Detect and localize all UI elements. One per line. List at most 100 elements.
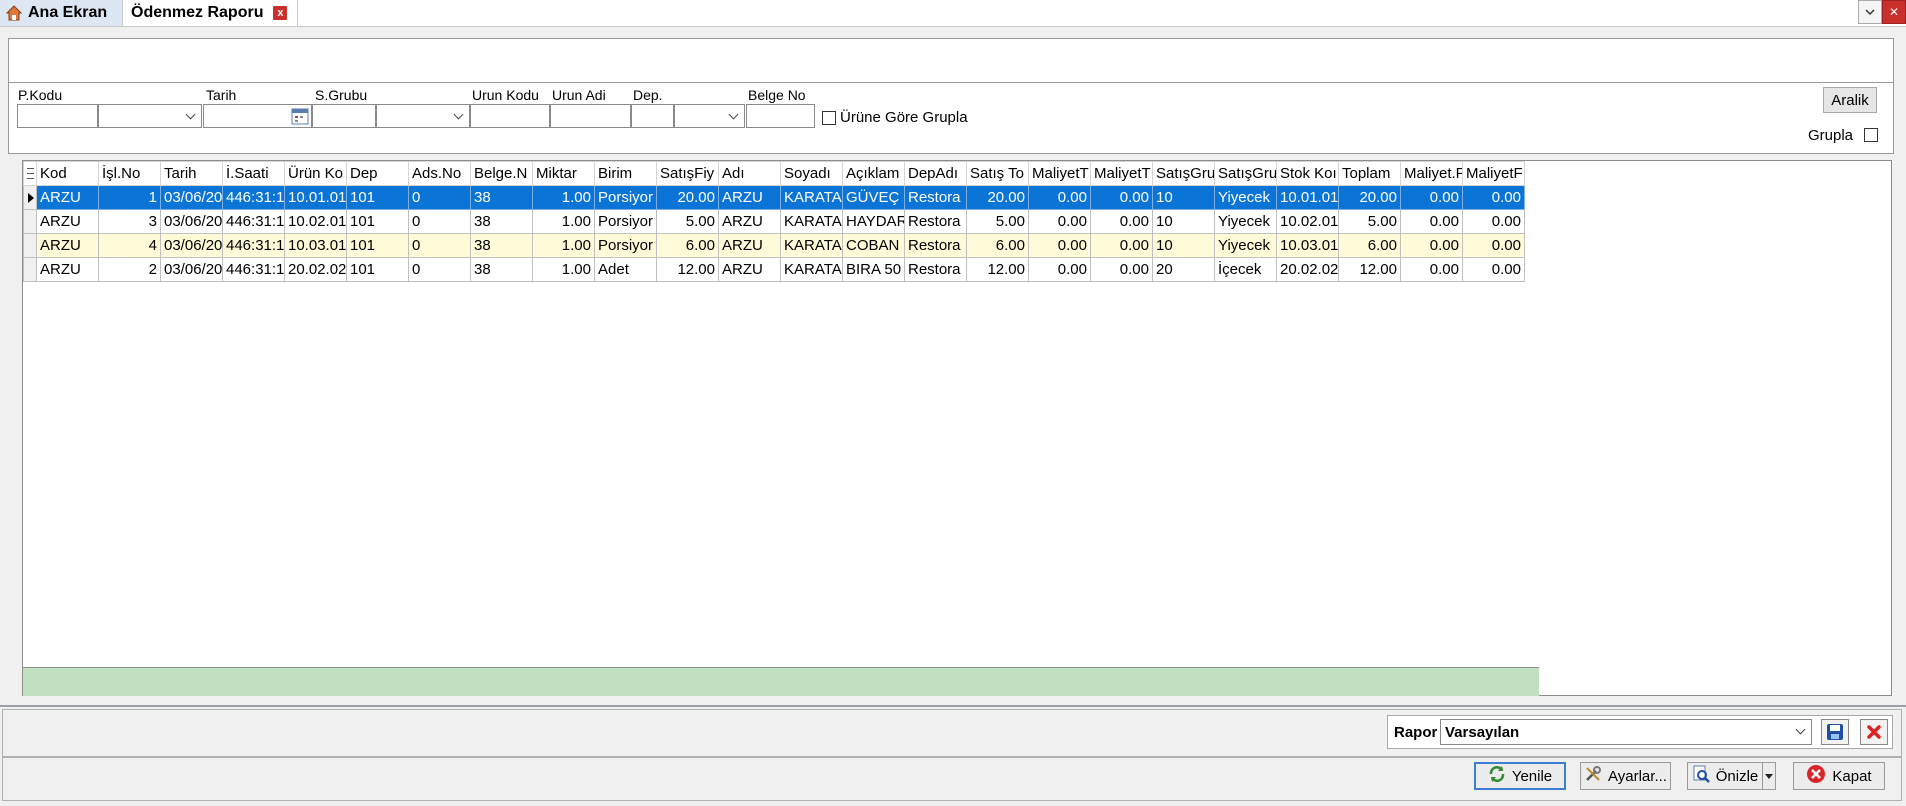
column-header[interactable]: Belge.N — [470, 161, 533, 186]
table-cell[interactable]: 1.00 — [532, 185, 595, 210]
table-cell[interactable]: KARATA — [780, 233, 843, 258]
save-icon[interactable] — [1821, 719, 1849, 745]
table-cell[interactable]: 0.00 — [1462, 257, 1525, 282]
rapor-dropdown[interactable]: Varsayılan — [1440, 719, 1812, 745]
table-cell[interactable]: 0.00 — [1090, 257, 1153, 282]
table-cell[interactable]: KARATA — [780, 185, 843, 210]
table-cell[interactable]: 38 — [470, 257, 533, 282]
table-cell[interactable]: BIRA 50 — [842, 257, 905, 282]
column-header[interactable]: İ.Saati — [222, 161, 285, 186]
table-cell[interactable]: 38 — [470, 209, 533, 234]
table-cell[interactable]: 0 — [408, 233, 471, 258]
table-cell[interactable]: 10.01.01 — [284, 185, 347, 210]
table-cell[interactable]: 03/06/20 — [160, 185, 223, 210]
table-cell[interactable]: 6.00 — [966, 233, 1029, 258]
chevron-down-icon[interactable] — [1858, 0, 1882, 24]
table-cell[interactable]: HAYDAR — [842, 209, 905, 234]
column-header[interactable]: Soyadı — [780, 161, 843, 186]
kapat-button[interactable]: Kapat — [1793, 762, 1885, 790]
table-cell[interactable]: 20 — [1152, 257, 1215, 282]
table-cell[interactable]: 5.00 — [966, 209, 1029, 234]
row-indicator[interactable] — [23, 185, 37, 210]
tab-odenmez-raporu[interactable]: Ödenmez Raporu x — [122, 0, 298, 26]
table-cell[interactable]: Adet — [594, 257, 657, 282]
table-cell[interactable]: 446:31:1 — [222, 185, 285, 210]
table-row[interactable]: ARZU 2 03/06/20 446:31:1 20.02.02 101 0 38 1.00 A… — [23, 257, 1525, 282]
table-cell[interactable]: 0.00 — [1028, 257, 1091, 282]
table-cell[interactable]: 5.00 — [656, 209, 719, 234]
table-cell[interactable]: 10.03.01 — [284, 233, 347, 258]
table-cell[interactable]: 20.02.02 — [1276, 257, 1339, 282]
column-header[interactable]: Maliyet.F — [1400, 161, 1463, 186]
column-header[interactable]: SatışGru — [1214, 161, 1277, 186]
column-header[interactable]: SatışGru — [1152, 161, 1215, 186]
table-cell[interactable]: Porsiyor — [594, 185, 657, 210]
table-cell[interactable]: 0.00 — [1028, 209, 1091, 234]
table-cell[interactable]: 0 — [408, 257, 471, 282]
table-cell[interactable]: 10 — [1152, 185, 1215, 210]
table-cell[interactable]: 38 — [470, 233, 533, 258]
column-header[interactable]: Birim — [594, 161, 657, 186]
ayarlar-button[interactable]: Ayarlar... — [1580, 762, 1671, 790]
tab-ana-ekran[interactable]: Ana Ekran — [0, 0, 122, 26]
column-header[interactable]: Toplam — [1338, 161, 1401, 186]
table-cell[interactable]: 1.00 — [532, 257, 595, 282]
table-cell[interactable]: 1.00 — [532, 233, 595, 258]
table-cell[interactable]: 20.00 — [1338, 185, 1401, 210]
table-cell[interactable]: 446:31:1 — [222, 209, 285, 234]
table-cell[interactable]: 0.00 — [1400, 257, 1463, 282]
row-indicator[interactable] — [23, 233, 37, 258]
table-cell[interactable]: 12.00 — [1338, 257, 1401, 282]
table-cell[interactable]: 446:31:1 — [222, 257, 285, 282]
column-header[interactable]: Ads.No — [408, 161, 471, 186]
urune-gore-grupla-checkbox[interactable] — [822, 111, 836, 125]
table-cell[interactable]: Yiyecek — [1214, 209, 1277, 234]
table-cell[interactable]: Restora — [904, 233, 967, 258]
column-header[interactable]: MaliyetT — [1090, 161, 1153, 186]
table-cell[interactable]: 6.00 — [1338, 233, 1401, 258]
table-cell[interactable]: 10.01.01 — [1276, 185, 1339, 210]
grupla-checkbox[interactable] — [1864, 128, 1878, 142]
delete-icon[interactable] — [1860, 719, 1888, 745]
table-cell[interactable]: 0.00 — [1028, 233, 1091, 258]
table-cell[interactable]: Restora — [904, 185, 967, 210]
table-cell[interactable]: KARATA — [780, 209, 843, 234]
aralik-button[interactable]: Aralik — [1823, 87, 1877, 113]
column-header[interactable]: SatışFiy — [656, 161, 719, 186]
table-cell[interactable]: 5.00 — [1338, 209, 1401, 234]
table-cell[interactable]: ARZU — [718, 209, 781, 234]
close-tab-icon[interactable]: x — [273, 6, 288, 20]
table-cell[interactable]: Restora — [904, 257, 967, 282]
column-header[interactable]: İşl.No — [98, 161, 161, 186]
yenile-button[interactable]: Yenile — [1474, 762, 1566, 790]
row-indicator-header[interactable] — [23, 161, 37, 186]
table-cell[interactable]: 0.00 — [1090, 209, 1153, 234]
table-cell[interactable]: COBAN — [842, 233, 905, 258]
row-indicator[interactable] — [23, 257, 37, 282]
table-cell[interactable]: 0.00 — [1090, 185, 1153, 210]
table-cell[interactable]: ARZU — [36, 185, 99, 210]
table-cell[interactable]: Restora — [904, 209, 967, 234]
table-cell[interactable]: 4 — [98, 233, 161, 258]
column-chooser-icon[interactable] — [27, 168, 34, 179]
table-cell[interactable]: Yiyecek — [1214, 233, 1277, 258]
table-cell[interactable]: 101 — [346, 185, 409, 210]
column-header[interactable]: Ürün Ko — [284, 161, 347, 186]
column-header[interactable]: Stok Koı — [1276, 161, 1339, 186]
calendar-icon[interactable] — [291, 107, 309, 125]
table-cell[interactable]: Yiyecek — [1214, 185, 1277, 210]
table-cell[interactable]: 0.00 — [1090, 233, 1153, 258]
column-header[interactable]: MaliyetF — [1462, 161, 1525, 186]
table-cell[interactable]: 0 — [408, 185, 471, 210]
table-cell[interactable]: 12.00 — [966, 257, 1029, 282]
table-cell[interactable]: 0.00 — [1462, 185, 1525, 210]
pkodu-input[interactable] — [17, 104, 98, 128]
table-row[interactable]: ARZU 1 03/06/20 446:31:1 10.01.01 101 0 38 1.00 P… — [23, 185, 1525, 210]
table-cell[interactable]: 20.00 — [966, 185, 1029, 210]
pkodu-dropdown[interactable] — [98, 104, 202, 128]
sgrubu-dropdown[interactable] — [376, 104, 470, 128]
urunadi-input[interactable] — [550, 104, 631, 128]
table-cell[interactable]: 10.02.01 — [284, 209, 347, 234]
column-header[interactable]: Dep — [346, 161, 409, 186]
table-cell[interactable]: 10.02.01 — [1276, 209, 1339, 234]
